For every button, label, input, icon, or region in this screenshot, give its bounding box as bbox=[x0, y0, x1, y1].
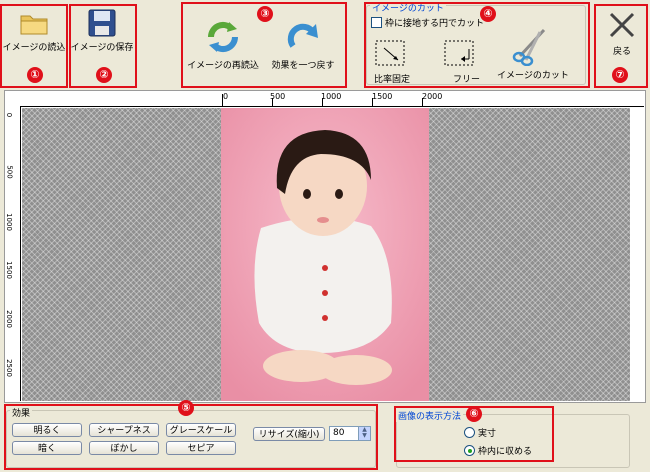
ruler-left-label: 1500 bbox=[4, 261, 13, 279]
marker-box-4 bbox=[364, 2, 590, 88]
ruler-left-label: 1000 bbox=[4, 213, 13, 231]
top-ruler: 0 500 1000 1500 2000 bbox=[20, 92, 644, 107]
ruler-left-label: 500 bbox=[5, 165, 14, 179]
baby-photo-illustration bbox=[221, 108, 429, 401]
marker-5: ⑤ bbox=[178, 400, 194, 416]
ruler-left-label: 2000 bbox=[4, 310, 13, 328]
marker-3: ③ bbox=[257, 6, 273, 22]
photo-image[interactable] bbox=[221, 108, 429, 401]
ruler-left-label: 2500 bbox=[4, 359, 13, 377]
marker-1: ① bbox=[27, 67, 43, 83]
ruler-top-label: 0 bbox=[223, 92, 229, 101]
ruler-top-label: 1500 bbox=[372, 92, 393, 101]
marker-6: ⑥ bbox=[466, 406, 482, 422]
marker-2: ② bbox=[96, 67, 112, 83]
marker-7: ⑦ bbox=[612, 67, 628, 83]
ruler-top-label: 2000 bbox=[422, 92, 443, 101]
left-ruler: 0 500 1000 1500 2000 2500 bbox=[4, 106, 21, 401]
ruler-left-label: 0 bbox=[5, 112, 14, 118]
ruler-top-label: 1000 bbox=[321, 92, 342, 101]
marker-4: ④ bbox=[480, 6, 496, 22]
